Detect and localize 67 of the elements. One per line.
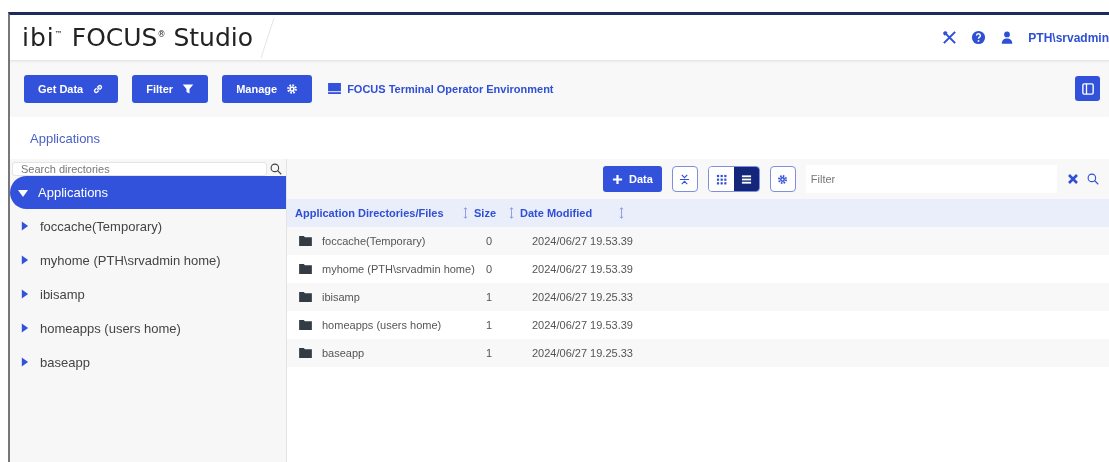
table-cell: 1: [486, 319, 493, 331]
column-header[interactable]: Size: [474, 207, 496, 219]
column-header[interactable]: Date Modified: [520, 207, 593, 219]
folder-icon: [299, 292, 312, 302]
environment-link[interactable]: FOCUS Terminal Operator Environment: [347, 82, 554, 95]
caret-icon: [18, 187, 28, 198]
tree-item[interactable]: ibisamp: [10, 277, 286, 311]
search-field[interactable]: Search directories: [12, 162, 267, 176]
tools-icon[interactable]: [942, 30, 958, 45]
close-icon[interactable]: [1067, 173, 1079, 185]
terminal-icon: [328, 83, 342, 94]
tree-item[interactable]: homeapps (users home): [10, 311, 286, 345]
table-cell[interactable]: myhome (PTH\srvadmin home): [322, 263, 475, 275]
toolbar-button[interactable]: Manage: [222, 74, 313, 103]
list-icon: [740, 173, 752, 185]
search-icon[interactable]: [270, 163, 282, 175]
table-cell: 1: [486, 347, 493, 359]
folder-icon: [299, 348, 312, 358]
add-data-button[interactable]: Data: [603, 166, 662, 192]
list-view-button[interactable]: [733, 167, 759, 191]
caret-icon: [20, 289, 29, 299]
settings-button[interactable]: [769, 166, 796, 192]
table-cell[interactable]: baseapp: [322, 347, 365, 359]
grid-view-button[interactable]: [708, 167, 734, 191]
help-icon[interactable]: [971, 30, 987, 45]
folder-icon: [299, 236, 312, 246]
table-cell[interactable]: ibisamp: [322, 291, 360, 303]
tree-item[interactable]: myhome (PTH\srvadmin home): [10, 243, 286, 277]
table-cell[interactable]: homeapps (users home): [322, 319, 442, 331]
table-cell: 2024/06/27 19.53.39: [532, 263, 633, 275]
filter-field[interactable]: Filter: [805, 165, 1057, 193]
table-cell: 1: [486, 291, 493, 303]
column-header[interactable]: Application Directories/Files: [295, 207, 444, 219]
product-title: FOCUS$^{®}$ Studio: [71, 23, 254, 52]
search-icon[interactable]: [1087, 173, 1099, 185]
toolbar-button[interactable]: Get Data: [24, 74, 119, 103]
caret-icon: [20, 255, 29, 265]
caret-icon: [20, 357, 29, 367]
table-cell[interactable]: foccache(Temporary): [322, 235, 426, 247]
collapse-icon: [679, 173, 691, 185]
plus-icon: [612, 173, 623, 185]
gear-icon: [286, 82, 299, 95]
panel-toggle-button[interactable]: [1075, 76, 1100, 101]
logo: ibi$^{™}$: [22, 23, 64, 52]
user-name[interactable]: PTH\srvadmin: [1028, 30, 1109, 45]
caret-icon: [20, 323, 29, 333]
gear-icon: [777, 173, 789, 185]
folder-icon: [299, 264, 312, 274]
table-cell: 2024/06/27 19.25.33: [532, 347, 633, 359]
caret-icon: [20, 221, 29, 231]
collapse-button[interactable]: [671, 166, 698, 192]
table-cell: 0: [486, 235, 493, 247]
table-cell: 2024/06/27 19.53.39: [532, 319, 633, 331]
tree-item[interactable]: baseapp: [10, 345, 286, 379]
grid-icon: [715, 173, 727, 185]
folder-icon: [299, 320, 312, 330]
user-icon[interactable]: [1000, 30, 1015, 45]
breadcrumb-link[interactable]: Applications: [30, 130, 101, 146]
tree-item[interactable]: Applications: [10, 176, 286, 209]
table-cell: 2024/06/27 19.53.39: [532, 235, 633, 247]
table-cell: 0: [486, 263, 493, 275]
filter-icon: [182, 82, 195, 95]
table-cell: 2024/06/27 19.25.33: [532, 291, 633, 303]
tree-item[interactable]: foccache(Temporary): [10, 209, 286, 243]
toolbar-button[interactable]: Filter: [132, 74, 209, 103]
link-icon: [92, 82, 105, 95]
sidebar-icon: [1081, 82, 1094, 95]
